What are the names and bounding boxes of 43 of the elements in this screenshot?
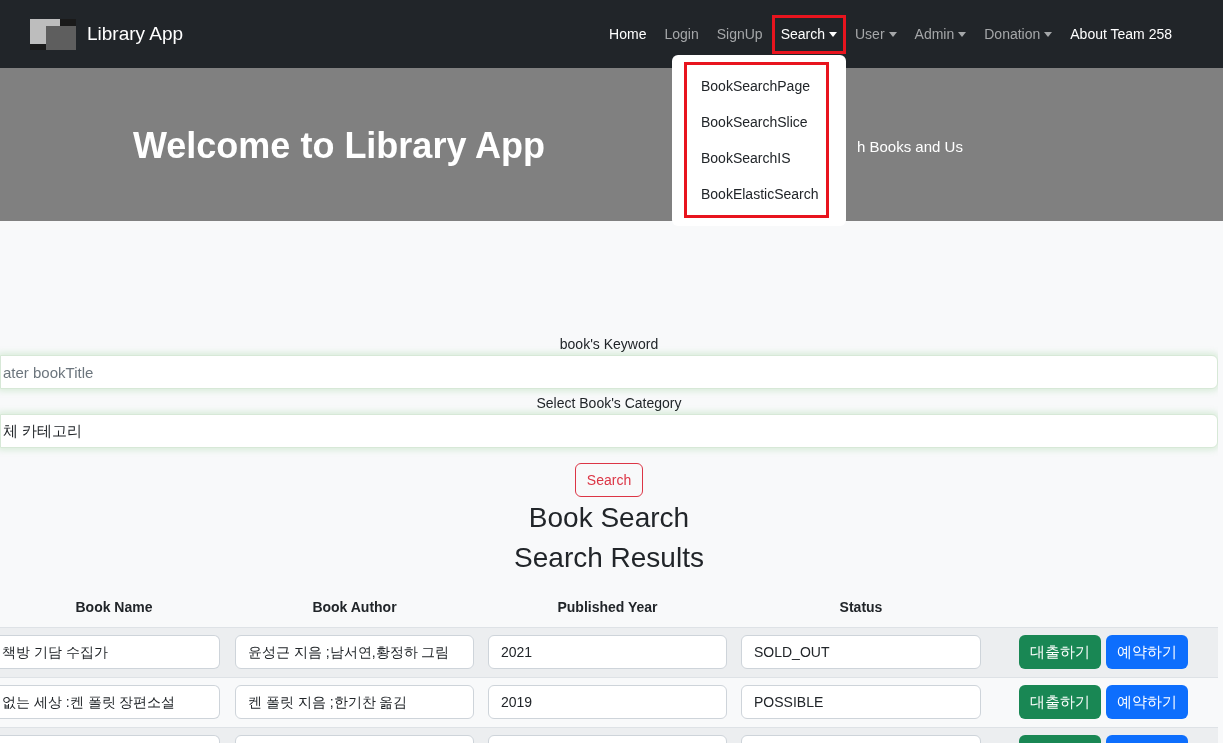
status-field[interactable]: POSSIBLE [741,685,981,719]
reserve-button[interactable]: 예약하기 [1106,685,1188,719]
dropdown-item[interactable]: BookSearchSlice [687,103,826,140]
book-name-field[interactable]: 없는 세상 :켄 폴릿 장편소설 [0,685,220,719]
nav-link[interactable]: Donation [975,14,1062,54]
hero-subtitle: h Books and Us [857,137,963,157]
section-heading: Book Search [528,501,690,535]
column-header: Book Name [75,599,153,615]
caret-icon [829,31,837,37]
caret-icon [888,31,897,37]
caret-icon [958,31,967,37]
book-name-field[interactable]: 책방 기담 수집가 [0,635,220,669]
loan-button[interactable]: 대출하기 [1019,685,1101,719]
nav-link[interactable]: User [846,14,906,54]
category-select[interactable]: 체 카테고리 [0,414,1218,448]
field-label: book's Keyword [559,335,659,354]
field-label: Select Book's Category [536,394,682,413]
keyword-field[interactable]: ater bookTitle [0,355,1218,389]
year-field[interactable]: 2019 [488,685,727,719]
book-author-field[interactable]: 윤성근 지음 ;남서연,황정하 그림 [235,635,474,669]
brand-link[interactable]: Library App [87,19,184,49]
nav-link[interactable]: Home [600,14,656,54]
dropdown-item[interactable]: BookSearchPage [687,67,826,104]
column-header: Book Author [312,599,397,615]
search-button[interactable]: Search [574,463,644,497]
dropdown-item[interactable]: BookSearchIS [687,139,826,176]
hero-title: Welcome to Library App [133,124,546,168]
nav-link[interactable]: Admin [905,14,976,54]
caret-icon [1044,31,1053,37]
status-field[interactable]: SOLD_OUT [741,635,981,669]
dropdown-item[interactable]: BookElasticSearch [687,175,826,212]
nav-link[interactable]: About Team 258 [1061,14,1181,54]
logo-icon[interactable] [30,18,76,50]
nav-link[interactable]: Login [655,14,708,54]
nav-link[interactable]: Search [771,14,846,54]
column-header: Published Year [557,599,658,615]
year-field[interactable]: 2021 [488,635,727,669]
column-header: Status [839,599,883,615]
section-heading: Search Results [514,541,704,575]
nav-link[interactable]: SignUp [707,14,772,54]
reserve-button[interactable]: 예약하기 [1106,635,1188,669]
loan-button[interactable]: 대출하기 [1019,635,1101,669]
book-author-field[interactable]: 켄 폴릿 지음 ;한기찬 옮김 [235,685,474,719]
